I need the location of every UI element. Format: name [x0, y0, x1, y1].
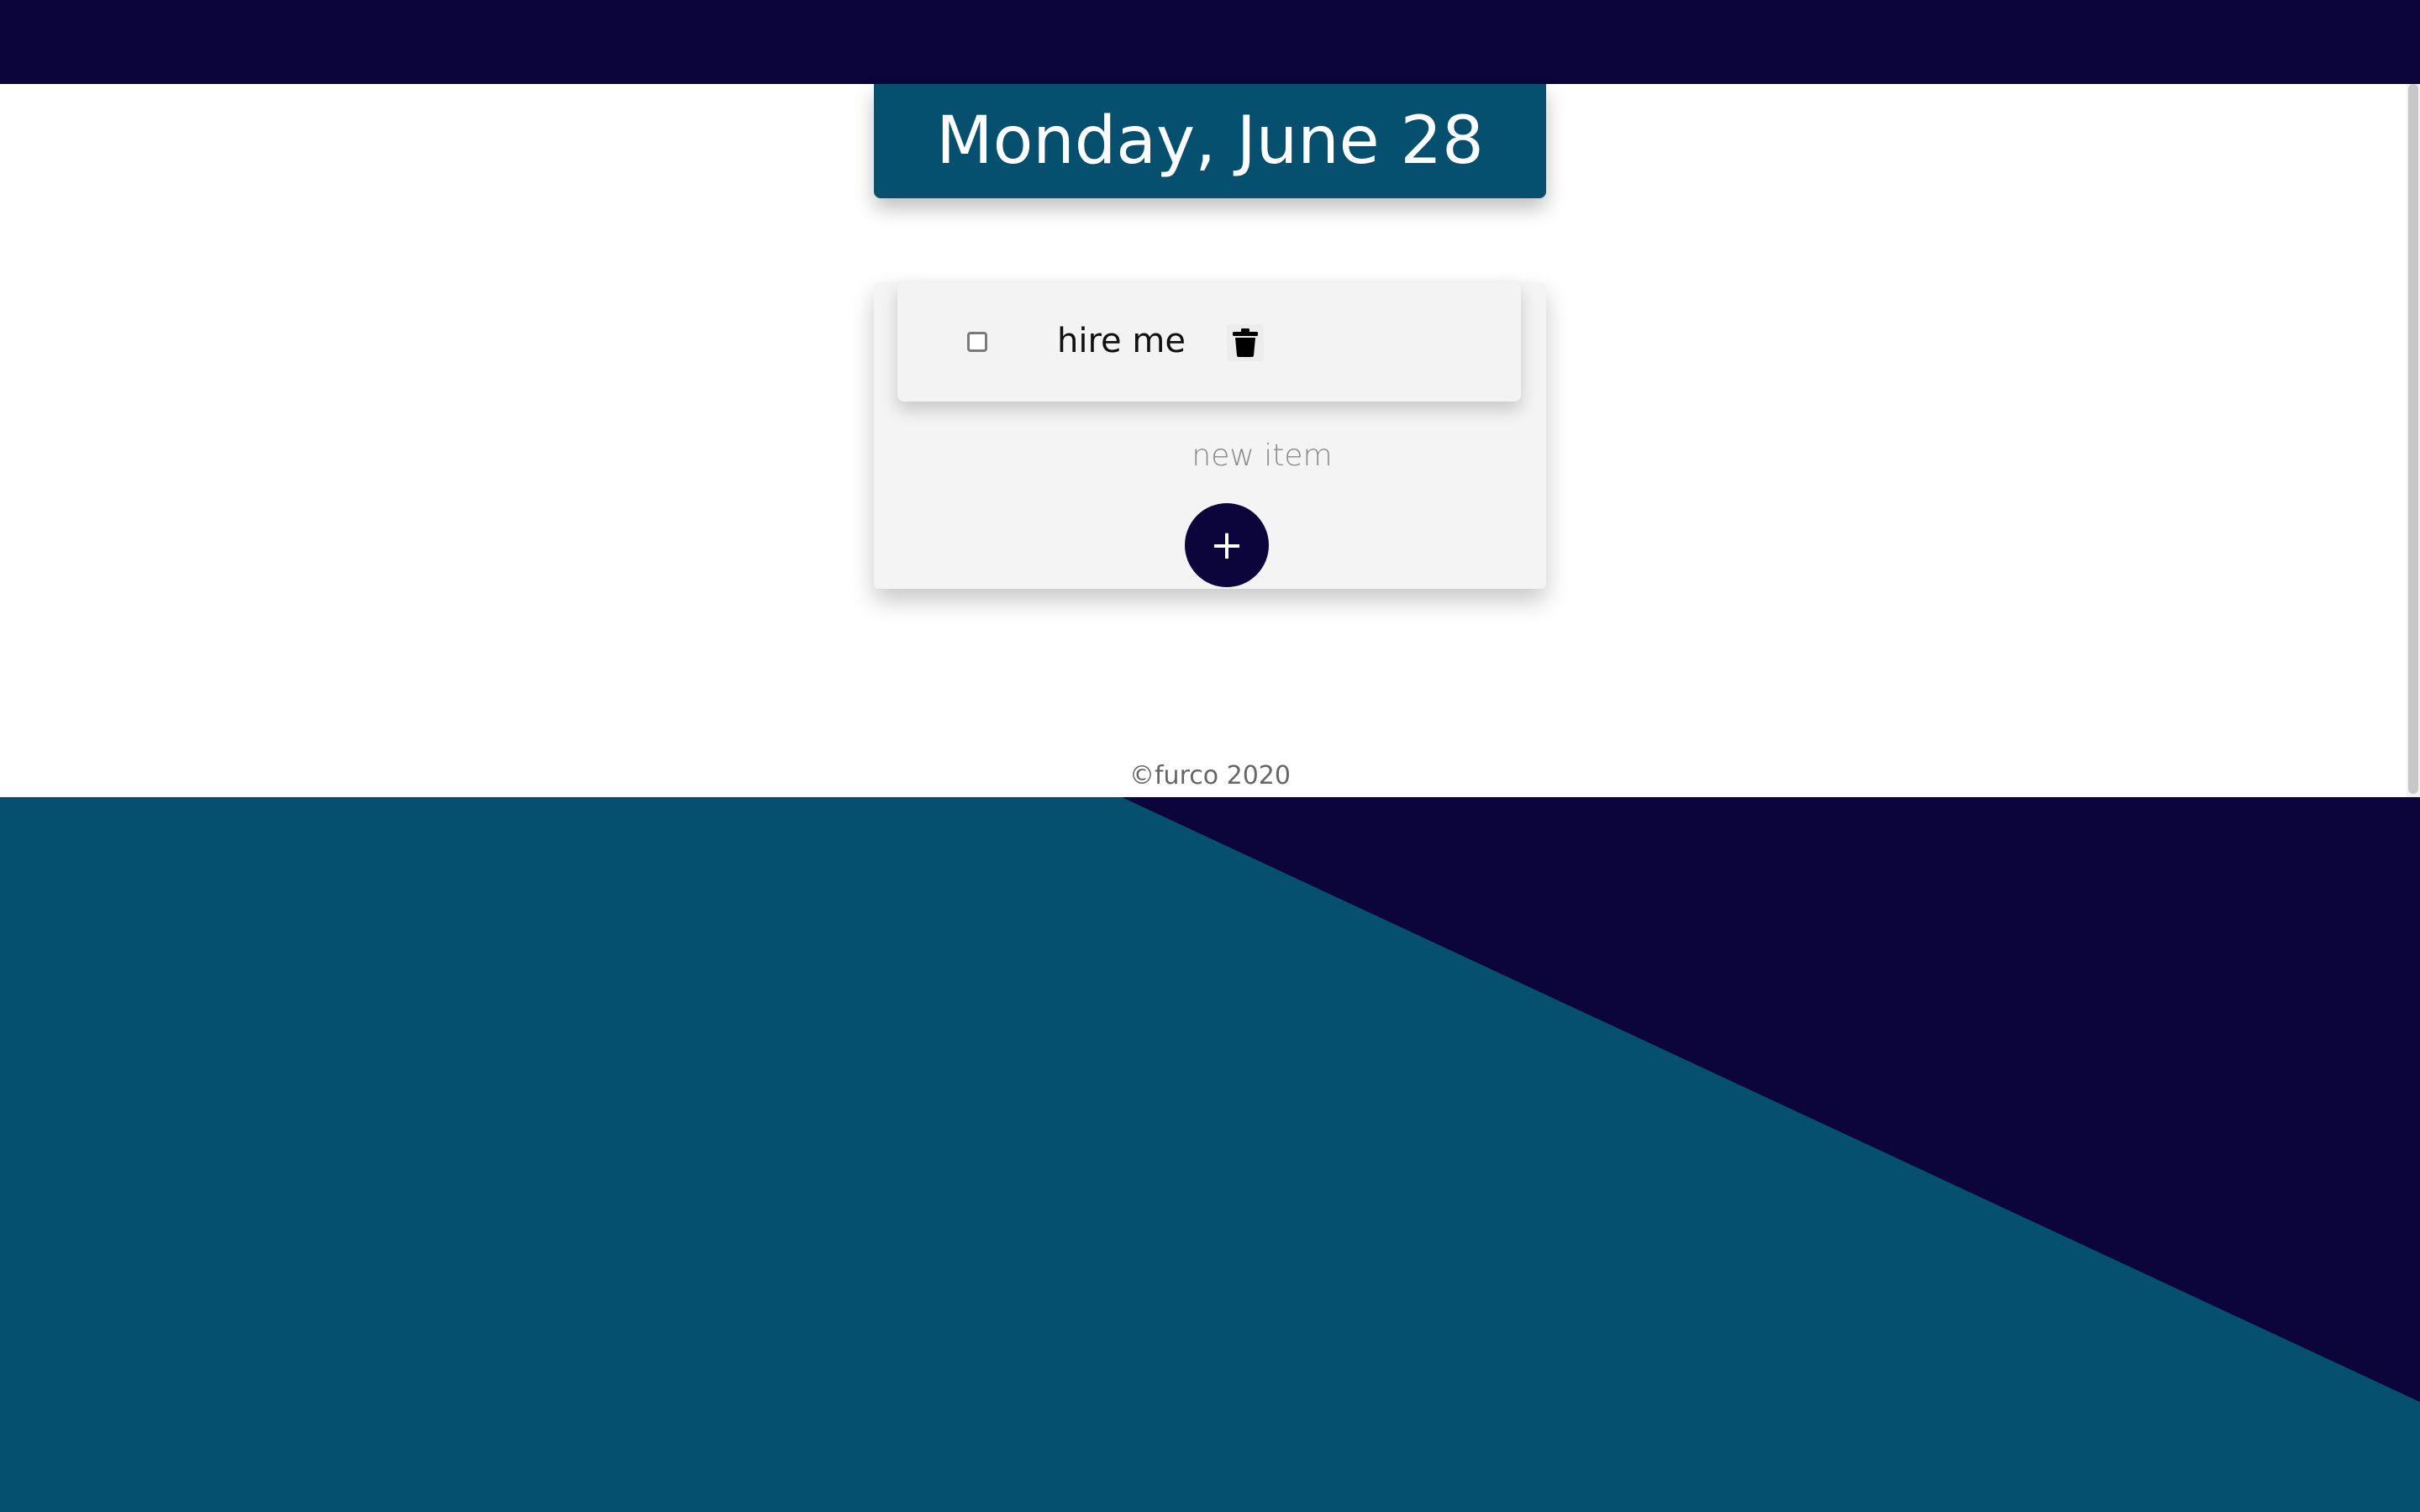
add-item-button[interactable]: + [1185, 503, 1269, 587]
top-bar [0, 0, 2420, 84]
new-item-input[interactable] [1042, 425, 1482, 486]
background-decoration [0, 797, 2420, 1512]
todo-card: hire me + [874, 282, 1546, 589]
vertical-scrollbar[interactable] [2407, 84, 2420, 797]
todo-item-text: hire me [1057, 322, 1186, 360]
todo-item: hire me [897, 282, 1521, 402]
date-title: Monday, June 28 [936, 103, 1484, 179]
trash-icon [1233, 328, 1258, 357]
footer-copyright: ©furco 2020 [1129, 761, 1291, 790]
date-header: Monday, June 28 [874, 84, 1546, 198]
scrollbar-thumb[interactable] [2408, 84, 2418, 794]
todo-checkbox[interactable] [967, 332, 987, 352]
delete-button[interactable] [1227, 324, 1264, 361]
diagonal-background-shape [0, 797, 2420, 1512]
